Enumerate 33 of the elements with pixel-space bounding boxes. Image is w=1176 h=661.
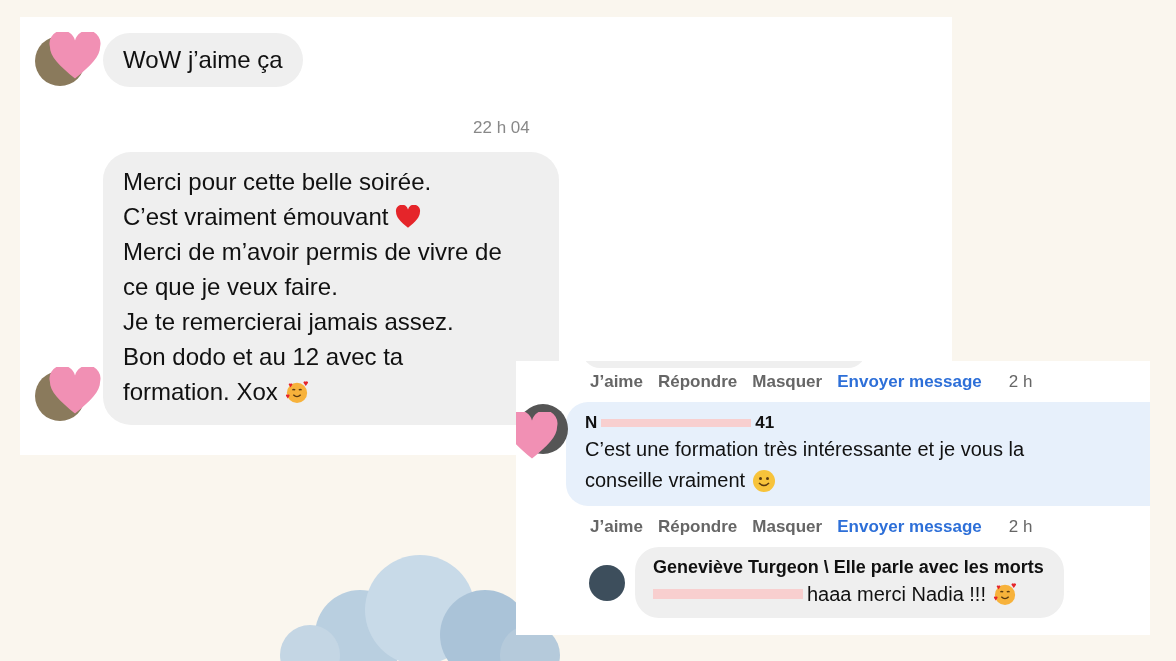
action-link[interactable]: Répondre — [657, 372, 747, 392]
comment-time: 41 — [755, 412, 775, 434]
message-text: WoW j’aime ça — [123, 46, 283, 74]
heart-emoji-icon — [395, 204, 422, 229]
timestamp: 22 h 04 — [473, 118, 530, 138]
send-message-link[interactable]: Envoyer message — [837, 372, 991, 392]
action-link[interactable]: Masquer — [752, 517, 832, 537]
action-link[interactable]: J’aime — [590, 372, 652, 392]
action-link[interactable]: J’aime — [590, 517, 652, 537]
send-message-link[interactable]: Envoyer message — [837, 517, 991, 537]
message-text: formation. Xox — [123, 377, 278, 407]
message-text: ce que je veux faire. — [123, 272, 338, 302]
heart-sticker-icon — [516, 412, 558, 460]
message-text: Merci de m’avoir permis de vivre de — [123, 237, 502, 267]
message-text: Bon dodo et au 12 avec ta — [123, 342, 404, 372]
message-text: C’est vraiment émouvant — [123, 202, 389, 232]
heart-sticker-icon — [49, 32, 101, 80]
author-name: Geneviève Turgeon \ Elle parle avec les morts — [653, 557, 1044, 578]
smiley-emoji-icon — [750, 468, 777, 493]
comment-time: 2 h — [1008, 517, 1033, 537]
smiling-face-with-hearts-icon — [284, 379, 311, 404]
action-link[interactable]: Répondre — [657, 517, 747, 537]
message-text: Merci pour cette belle soirée. — [123, 167, 432, 197]
action-link[interactable]: Masquer — [752, 372, 832, 392]
avatar — [589, 564, 625, 601]
author-name: N — [585, 412, 598, 434]
reply-text: haaa merci Nadia !!! — [807, 582, 986, 606]
comment-time: 2 h — [1008, 372, 1033, 392]
message-text: Je te remercierai jamais assez. — [123, 307, 454, 337]
smiling-face-with-hearts-icon — [991, 582, 1018, 606]
comment-text: C’est une formation très intéressante et je vous la — [585, 437, 1025, 462]
heart-sticker-icon — [49, 367, 101, 415]
comment-text: conseille vraiment — [585, 468, 746, 493]
